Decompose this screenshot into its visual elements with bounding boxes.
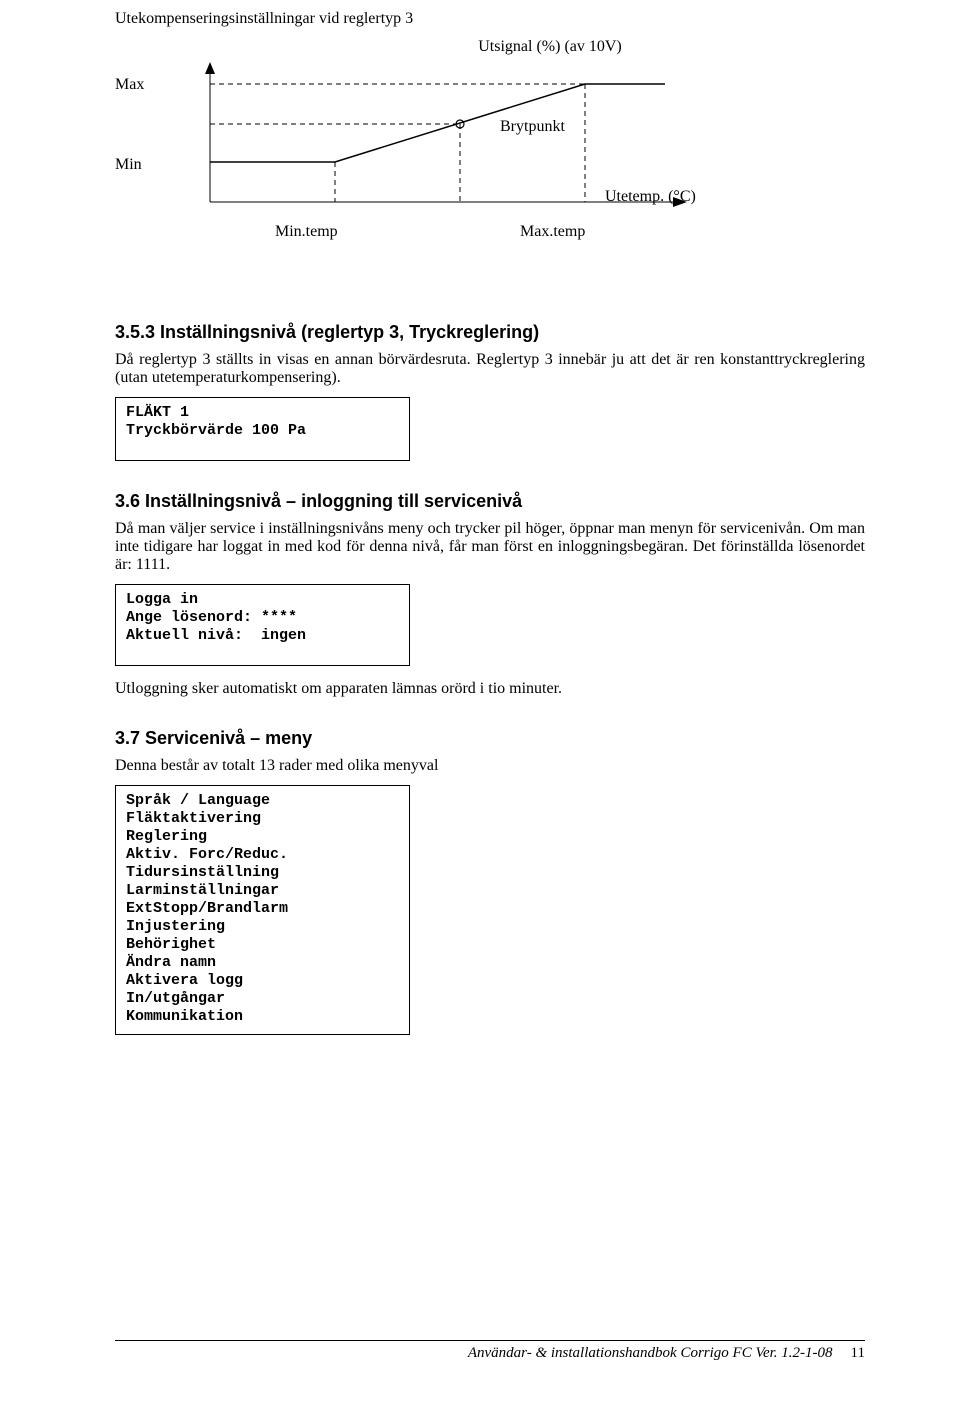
- page-footer: Användar- & installationshandbok Corrigo…: [115, 1340, 865, 1362]
- heading-3-6: 3.6 Inställningsnivå – inloggning till s…: [115, 491, 865, 512]
- menu-item: Aktivera logg: [126, 972, 399, 990]
- chart-title: Utsignal (%) (av 10V): [235, 38, 865, 56]
- menu-item: Reglering: [126, 828, 399, 846]
- menu-item: Ändra namn: [126, 954, 399, 972]
- menu-item: Behörighet: [126, 936, 399, 954]
- heading-3-7: 3.7 Servicenivå – meny: [115, 728, 865, 749]
- y-axis-max: Max: [115, 76, 144, 94]
- heading-3-5-3: 3.5.3 Inställningsnivå (reglertyp 3, Try…: [115, 322, 865, 343]
- para-3-6-1: Då man väljer service i inställningsnivå…: [115, 520, 865, 574]
- menu-item: Språk / Language: [126, 792, 399, 810]
- para-3-5-3: Då reglertyp 3 ställts in visas en annan…: [115, 351, 865, 387]
- x-axis-min: Min.temp: [275, 223, 338, 241]
- footer-title: Användar- & installationshandbok Corrigo…: [468, 1345, 833, 1362]
- menu-item: Fläktaktivering: [126, 810, 399, 828]
- label-utetemp: Utetemp. (°C): [605, 188, 696, 206]
- menu-item: Aktiv. Forc/Reduc.: [126, 846, 399, 864]
- para-3-6-2: Utloggning sker automatiskt om apparaten…: [115, 680, 865, 698]
- footer-page-number: 11: [851, 1345, 865, 1362]
- menu-item: ExtStopp/Brandlarm: [126, 900, 399, 918]
- intro-line: Utekompenseringsinställningar vid regler…: [115, 10, 865, 28]
- x-axis-max: Max.temp: [520, 223, 585, 241]
- menu-item: In/utgångar: [126, 990, 399, 1008]
- para-3-7: Denna består av totalt 13 rader med olik…: [115, 757, 865, 775]
- display-box-menu: Språk / Language Fläktaktivering Regleri…: [115, 785, 410, 1035]
- menu-item: Tidursinställning: [126, 864, 399, 882]
- compensation-chart: Utsignal (%) (av 10V) Max Min: [115, 38, 865, 238]
- display-box-pressure: FLÄKT 1 Tryckbörvärde 100 Pa: [115, 397, 410, 461]
- label-brytpunkt: Brytpunkt: [500, 118, 565, 136]
- menu-item: Larminställningar: [126, 882, 399, 900]
- y-axis-min: Min: [115, 156, 142, 174]
- display-box-login: Logga in Ange lösenord: **** Aktuell niv…: [115, 584, 410, 666]
- menu-item: Injustering: [126, 918, 399, 936]
- menu-item: Kommunikation: [126, 1008, 399, 1026]
